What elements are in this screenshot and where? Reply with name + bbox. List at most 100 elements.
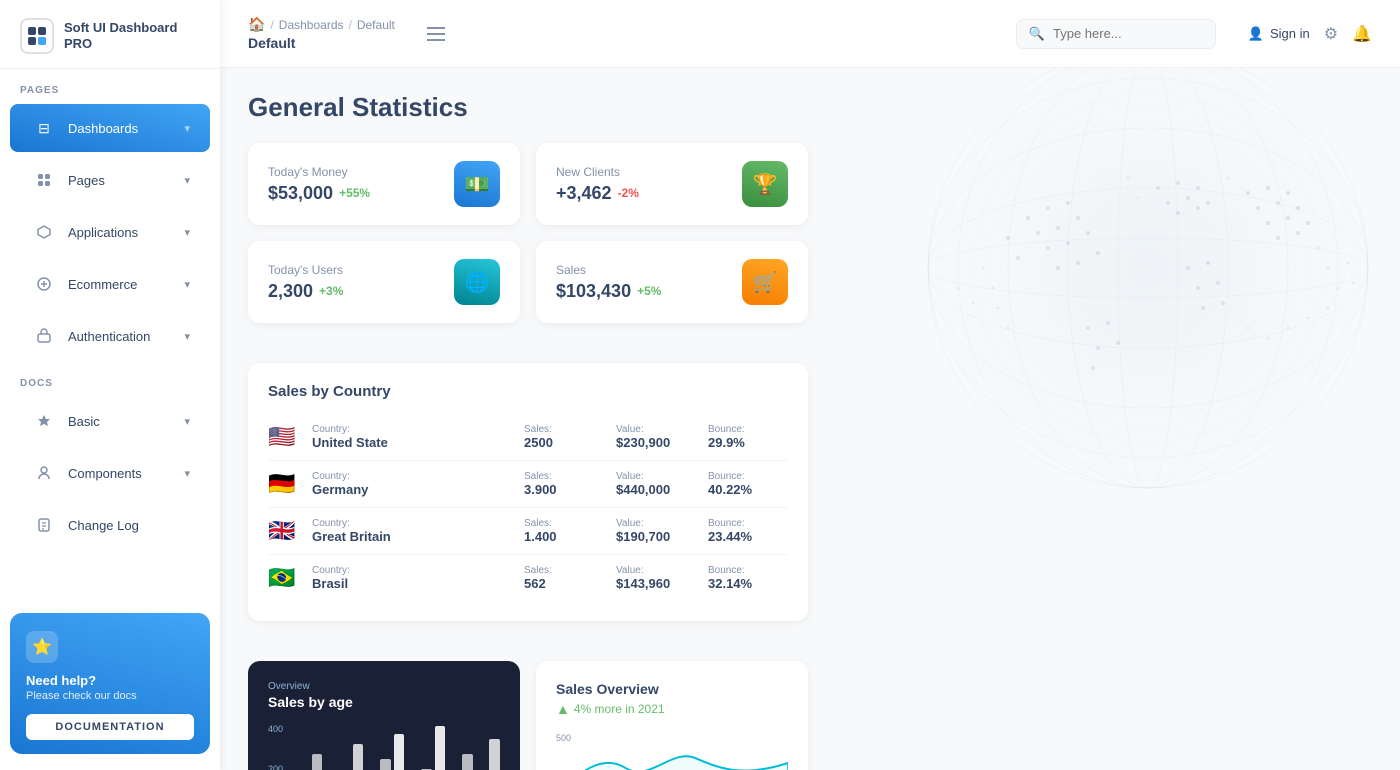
header-actions: 👤 Sign in ⚙ 🔔 — [1248, 24, 1372, 44]
flag-us: 🇺🇸 — [268, 424, 300, 450]
sign-in-label: Sign in — [1270, 26, 1310, 41]
docs-section-label: DOCS — [0, 362, 220, 395]
sidebar-help-card: ⭐ Need help? Please check our docs DOCUM… — [10, 613, 210, 754]
sidebar-item-pages[interactable]: Pages ▾ — [10, 156, 210, 204]
stat-card-sales: Sales $103,430 +5% 🛒 — [536, 241, 808, 323]
stat-card-money: Today's Money $53,000 +55% 💵 — [248, 143, 520, 225]
basic-icon — [30, 407, 58, 435]
sidebar-item-dashboards-label: Dashboards — [68, 121, 138, 136]
chevron-down-icon: ▾ — [184, 174, 190, 187]
y-label-400: 400 — [268, 724, 283, 734]
stat-card-clients: New Clients +3,462 -2% 🏆 — [536, 143, 808, 225]
pages-icon — [30, 166, 58, 194]
sales-overview-title: Sales Overview — [556, 681, 788, 697]
home-icon[interactable]: 🏠 — [248, 16, 265, 33]
stat-clients-value: +3,462 -2% — [556, 183, 639, 204]
chevron-down-icon: ▾ — [184, 226, 190, 239]
breadcrumb-dashboards[interactable]: Dashboards — [279, 18, 344, 32]
stat-clients-change: -2% — [618, 186, 639, 200]
value-us: $230,900 — [616, 435, 696, 450]
bottom-charts: Overview Sales by age 400 200 0 — [248, 661, 808, 770]
sales-gb: 1.400 — [524, 529, 604, 544]
bounce-gb: 23.44% — [708, 529, 788, 544]
main-area: 🏠 / Dashboards / Default Default 🔍 👤 Sig… — [220, 0, 1400, 770]
stat-users-value: 2,300 +3% — [268, 281, 343, 302]
sidebar-item-changelog-label: Change Log — [68, 518, 139, 533]
dashboard-icon: ⊟ — [30, 114, 58, 142]
sales-by-country-card: Sales by Country 🇺🇸 Country: United Stat… — [248, 363, 808, 621]
current-page-label: Default — [248, 35, 395, 51]
country-name-gb: Great Britain — [312, 529, 512, 544]
breadcrumb-sep-2: / — [349, 18, 352, 32]
clients-icon: 🏆 — [742, 161, 788, 207]
sales-overview-change: 4% more in 2021 — [574, 702, 665, 716]
applications-icon — [30, 218, 58, 246]
sidebar-item-ecommerce-label: Ecommerce — [68, 277, 137, 292]
country-name-br: Brasil — [312, 576, 512, 591]
logo-text: Soft UI Dashboard PRO — [64, 20, 200, 51]
breadcrumb-sep-1: / — [270, 18, 273, 32]
users-icon: 🌐 — [454, 259, 500, 305]
sales-icon: 🛒 — [742, 259, 788, 305]
help-subtitle: Please check our docs — [26, 690, 194, 702]
sidebar-item-basic[interactable]: Basic ▾ — [10, 397, 210, 445]
money-icon: 💵 — [454, 161, 500, 207]
header: 🏠 / Dashboards / Default Default 🔍 👤 Sig… — [220, 0, 1400, 68]
search-input[interactable] — [1053, 26, 1193, 41]
documentation-button[interactable]: DOCUMENTATION — [26, 714, 194, 740]
country-name-us: United State — [312, 435, 512, 450]
hamburger-button[interactable] — [427, 27, 445, 41]
search-box[interactable]: 🔍 — [1016, 19, 1216, 49]
bounce-de: 40.22% — [708, 482, 788, 497]
breadcrumb-default[interactable]: Default — [357, 18, 395, 32]
stat-sales-value: $103,430 +5% — [556, 281, 661, 302]
content-area: General Statistics Today's Money $53,000… — [220, 68, 1400, 770]
bounce-br: 32.14% — [708, 576, 788, 591]
flag-de: 🇩🇪 — [268, 471, 300, 497]
settings-icon[interactable]: ⚙ — [1324, 24, 1338, 44]
stats-grid: Today's Money $53,000 +55% 💵 New Clients — [248, 143, 808, 323]
bounce-us: 29.9% — [708, 435, 788, 450]
sidebar-item-authentication[interactable]: Authentication ▾ — [10, 312, 210, 360]
stat-sales-label: Sales — [556, 263, 661, 277]
bell-icon[interactable]: 🔔 — [1352, 24, 1372, 44]
right-column — [828, 143, 1372, 770]
table-row: 🇬🇧 Country: Great Britain Sales: 1.400 V… — [268, 508, 788, 555]
logo-icon — [20, 18, 54, 54]
stat-sales-change: +5% — [637, 284, 661, 298]
bar-chart-card: Overview Sales by age 400 200 0 — [248, 661, 520, 770]
country-label: Country: — [312, 424, 512, 435]
sidebar-item-dashboards[interactable]: ⊟ Dashboards ▾ — [10, 104, 210, 152]
value-de: $440,000 — [616, 482, 696, 497]
sidebar-item-components[interactable]: Components ▾ — [10, 449, 210, 497]
sidebar: Soft UI Dashboard PRO PAGES ⊟ Dashboards… — [0, 0, 220, 770]
page-title: General Statistics — [248, 92, 1372, 123]
stat-clients-label: New Clients — [556, 165, 639, 179]
y-label-500: 500 — [556, 733, 571, 743]
table-row: 🇩🇪 Country: Germany Sales: 3.900 Value: … — [268, 461, 788, 508]
sign-in-button[interactable]: 👤 Sign in — [1248, 26, 1310, 42]
sales-de: 3.900 — [524, 482, 604, 497]
chevron-down-icon: ▾ — [184, 467, 190, 480]
sidebar-item-components-label: Components — [68, 466, 142, 481]
chevron-down-icon: ▾ — [184, 415, 190, 428]
value-br: $143,960 — [616, 576, 696, 591]
sidebar-item-applications[interactable]: Applications ▾ — [10, 208, 210, 256]
sidebar-item-basic-label: Basic — [68, 414, 100, 429]
stat-money-change: +55% — [339, 186, 370, 200]
table-row: 🇧🇷 Country: Brasil Sales: 562 Value: $14… — [268, 555, 788, 601]
components-icon — [30, 459, 58, 487]
flag-br: 🇧🇷 — [268, 565, 300, 591]
sidebar-item-changelog[interactable]: Change Log — [10, 501, 210, 549]
person-icon: 👤 — [1248, 26, 1264, 42]
ecommerce-icon — [30, 270, 58, 298]
stat-card-users: Today's Users 2,300 +3% 🌐 — [248, 241, 520, 323]
bar-chart-title: Sales by age — [268, 694, 353, 710]
pages-section-label: PAGES — [0, 69, 220, 102]
sidebar-item-ecommerce[interactable]: Ecommerce ▾ — [10, 260, 210, 308]
sales-overview-subtitle: ▲ 4% more in 2021 — [556, 701, 788, 717]
sales-overview-card: Sales Overview ▲ 4% more in 2021 — [536, 661, 808, 770]
help-star-icon: ⭐ — [26, 631, 58, 663]
search-icon: 🔍 — [1029, 26, 1045, 42]
y-label-200: 200 — [268, 764, 283, 770]
